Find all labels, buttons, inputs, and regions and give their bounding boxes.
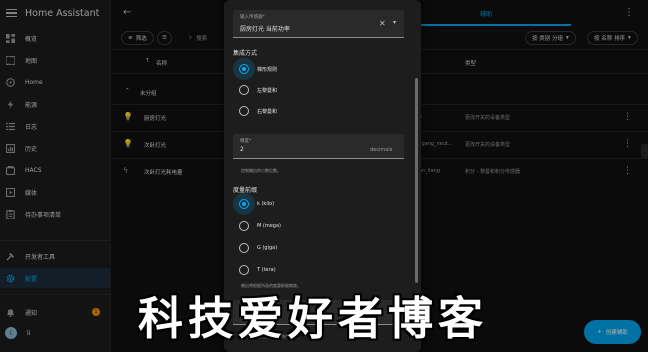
precision-label: 精度* — [240, 139, 252, 144]
clear-icon[interactable]: ✕ — [379, 19, 386, 28]
prefix-tera-radio[interactable] — [239, 265, 249, 275]
method-label: 右黎曼和 — [257, 109, 278, 115]
prefix-label: T (tera) — [257, 267, 276, 273]
input-sensor-label: 输入传感器* — [240, 15, 265, 20]
app-root: Home Assistant 概览 地图 Home 能源 日志 历史 HACS … — [0, 0, 648, 352]
watermark-text: 科技爱好者博客 — [138, 292, 489, 345]
precision-field[interactable]: 精度* 2 decimals — [233, 134, 404, 159]
input-sensor-field[interactable]: 输入传感器* 厨房灯光 当前功率 ✕ ▾ — [233, 10, 404, 38]
prefix-label: M (mega) — [257, 223, 281, 229]
precision-unit: decimals — [370, 147, 393, 153]
dialog-scrollbar[interactable] — [415, 78, 418, 283]
input-sensor-value: 厨房灯光 当前功率 — [240, 26, 290, 33]
prefix-kilo-radio[interactable] — [239, 199, 249, 209]
prefix-giga-radio[interactable] — [239, 243, 249, 253]
method-right-radio[interactable] — [239, 106, 249, 116]
prefix-label: G (giga) — [257, 245, 278, 251]
method-left-radio[interactable] — [239, 85, 249, 95]
dropdown-arrow-icon[interactable]: ▾ — [393, 19, 396, 26]
method-label: 左黎曼和 — [257, 88, 278, 94]
method-trapezoidal-radio[interactable] — [239, 64, 249, 74]
prefix-label: k (kilo) — [257, 201, 275, 207]
precision-value: 2 — [240, 146, 244, 153]
prefix-mega-radio[interactable] — [239, 221, 249, 231]
method-label: 梯形规则 — [257, 67, 278, 73]
method-title: 集成方式 — [233, 50, 258, 57]
precision-helper: 控制输出的小数位数。 — [241, 168, 281, 173]
